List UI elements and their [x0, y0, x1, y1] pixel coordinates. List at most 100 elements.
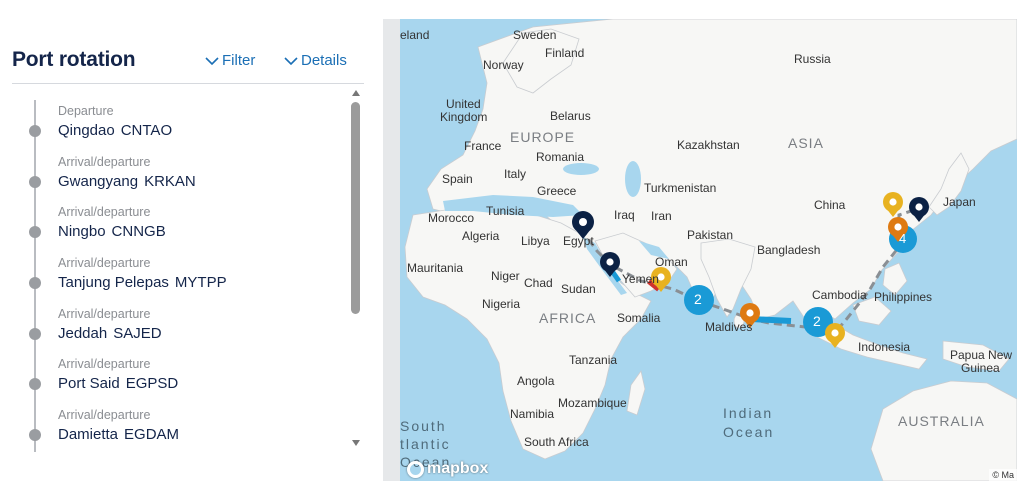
- map-place-label: Romania: [536, 150, 585, 164]
- port-rotation-panel: Port rotation Filter Details Departure Q…: [0, 0, 372, 500]
- port-code: CNTAO: [120, 122, 173, 139]
- map-canvas: [383, 19, 1017, 481]
- map-ocean-label: Ocean: [723, 424, 775, 440]
- list-scrollbar[interactable]: [350, 90, 362, 452]
- details-button[interactable]: Details: [284, 52, 347, 69]
- port-name: Gwangyang KRKAN: [58, 173, 196, 190]
- port-name: Port Said EGPSD: [58, 375, 179, 392]
- port-code: CNNGB: [111, 223, 166, 240]
- list-item[interactable]: Arrival/departure Jeddah SAJED: [12, 293, 348, 344]
- map-region-label: ASIA: [788, 135, 824, 151]
- cluster-count[interactable]: 2: [813, 313, 821, 329]
- map-place-label: Tunisia: [486, 204, 525, 218]
- list-item[interactable]: Arrival/departure Ningbo CNNGB: [12, 191, 348, 242]
- map-ocean-label: South: [400, 418, 447, 434]
- stop-type: Arrival/departure: [58, 357, 151, 371]
- map-place-label: Finland: [545, 46, 585, 60]
- map-ocean-label: tlantic: [400, 436, 451, 452]
- map-place-label: Italy: [504, 167, 527, 181]
- list-item[interactable]: Arrival/departure Damietta EGDAM: [12, 394, 348, 445]
- port-rotation-list[interactable]: Departure Qingdao CNTAO Arrival/departure…: [12, 90, 348, 452]
- map-place-label: Cambodia: [812, 288, 867, 302]
- port-name: Qingdao CNTAO: [58, 122, 173, 139]
- port-name: Tanjung Pelepas MYTPP: [58, 274, 227, 291]
- port-name: Damietta EGDAM: [58, 426, 180, 443]
- map-place-label: United: [446, 97, 481, 111]
- scroll-down-arrow-icon[interactable]: [352, 440, 360, 446]
- panel-title: Port rotation: [12, 48, 136, 71]
- details-label: Details: [301, 52, 347, 69]
- map-place-label: Libya: [521, 234, 550, 248]
- filter-button[interactable]: Filter: [205, 52, 255, 69]
- filter-label: Filter: [222, 52, 256, 69]
- list-item[interactable]: Departure Qingdao CNTAO: [12, 90, 348, 141]
- map-place-label: Tanzania: [569, 353, 618, 367]
- map-place-label: Egypt: [563, 234, 594, 248]
- timeline-dot: [29, 378, 41, 390]
- stop-type: Arrival/departure: [58, 256, 151, 270]
- scrollbar-thumb[interactable]: [351, 102, 360, 314]
- panel-header: Port rotation Filter Details: [12, 46, 364, 84]
- map-place-label: Philippines: [874, 290, 933, 304]
- map-place-label: Chad: [524, 276, 553, 290]
- map-place-label: Algeria: [462, 229, 500, 243]
- port-code: EGPSD: [125, 375, 179, 392]
- cluster-count[interactable]: 4: [899, 231, 906, 246]
- list-item[interactable]: Arrival/departure Port Said EGPSD: [12, 343, 348, 394]
- mapbox-logo[interactable]: mapbox: [407, 460, 488, 478]
- map-place-label: Angola: [517, 374, 555, 388]
- map-place-label: Turkmenistan: [644, 181, 717, 195]
- map-place-label: Iran: [651, 209, 672, 223]
- port-code: MYTPP: [174, 274, 227, 291]
- list-item[interactable]: Arrival/departure Tanjung Pelepas MYTPP: [12, 242, 348, 293]
- port-code: SAJED: [113, 325, 162, 342]
- map-place-label: Sweden: [513, 28, 557, 42]
- stop-type: Arrival/departure: [58, 155, 151, 169]
- timeline-dot: [29, 277, 41, 289]
- map-place-label: Yemen: [622, 272, 659, 286]
- map-place-label: Somalia: [617, 311, 661, 325]
- map-place-label: Japan: [943, 195, 976, 209]
- map-place-label: Maldives: [705, 320, 753, 334]
- map-attribution[interactable]: © Ma: [989, 469, 1017, 481]
- map-place-label: Norway: [483, 58, 524, 72]
- stop-type: Arrival/departure: [58, 408, 151, 422]
- cluster-count[interactable]: 2: [694, 291, 702, 307]
- timeline-dot: [29, 328, 41, 340]
- map-place-label: Mauritania: [407, 261, 464, 275]
- map-place-label: Nigeria: [482, 297, 521, 311]
- map-place-label: Belarus: [550, 109, 591, 123]
- map-place-label: Bangladesh: [757, 243, 821, 257]
- mapbox-logo-text: mapbox: [427, 460, 489, 477]
- scroll-up-arrow-icon[interactable]: [352, 90, 360, 96]
- list-item[interactable]: Arrival/departure Gwangyang KRKAN: [12, 141, 348, 192]
- map-place-label: Greece: [537, 184, 577, 198]
- port-code: EGDAM: [124, 426, 180, 443]
- map-place-label: Russia: [794, 52, 831, 66]
- map-place-label: Spain: [442, 172, 473, 186]
- stop-type: Departure: [58, 104, 114, 118]
- map-place-label: Namibia: [510, 407, 555, 421]
- route-map[interactable]: 2 2 4 eland Sweden Finland Norway Russia…: [383, 19, 1017, 481]
- map-place-label: Morocco: [428, 211, 475, 225]
- timeline-dot: [29, 429, 41, 441]
- map-place-label: Guinea: [961, 361, 1000, 375]
- stop-type: Arrival/departure: [58, 205, 151, 219]
- map-place-label: Iraq: [614, 208, 635, 222]
- timeline-dot: [29, 125, 41, 137]
- map-place-label: France: [464, 139, 502, 153]
- map-place-label: Sudan: [561, 282, 596, 296]
- chevron-down-icon: [284, 56, 298, 65]
- map-place-label: Kazakhstan: [677, 138, 740, 152]
- port-code: KRKAN: [144, 173, 196, 190]
- chevron-down-icon: [205, 56, 219, 65]
- map-place-label: eland: [400, 28, 430, 42]
- map-place-label: Kingdom: [440, 110, 488, 124]
- map-region-label: AUSTRALIA: [898, 413, 985, 429]
- mapbox-logo-icon: [407, 460, 424, 478]
- map-place-label: Niger: [491, 269, 520, 283]
- map-place-label: Pakistan: [687, 228, 734, 242]
- map-ocean-label: Indian: [723, 405, 774, 421]
- stop-type: Arrival/departure: [58, 307, 151, 321]
- map-place-label: China: [814, 198, 846, 212]
